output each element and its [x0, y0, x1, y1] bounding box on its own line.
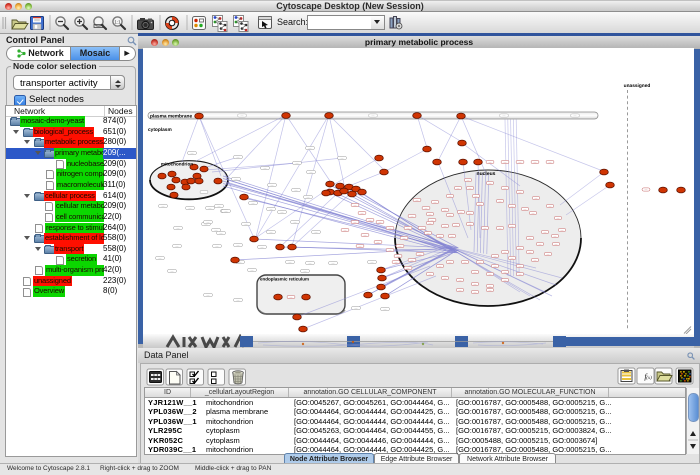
svg-text:mitochondrion: mitochondrion — [161, 161, 193, 166]
svg-text:plasma membrane: plasma membrane — [150, 113, 192, 119]
svg-text:unassigned: unassigned — [624, 83, 651, 89]
svg-text:nucleus: nucleus — [477, 171, 496, 177]
svg-text:1:1: 1:1 — [114, 20, 121, 25]
svg-text:endoplasmic reticulum: endoplasmic reticulum — [260, 277, 309, 282]
svg-text:cytoplasm: cytoplasm — [148, 127, 172, 133]
svg-text:(x): (x) — [646, 375, 652, 381]
